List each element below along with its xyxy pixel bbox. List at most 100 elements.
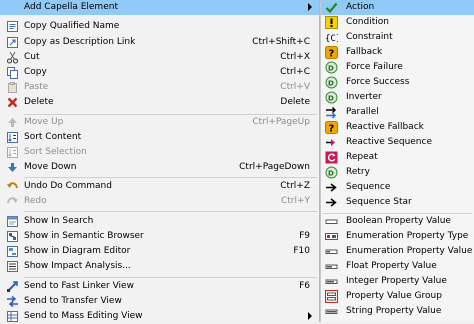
submenu-item-integer-property-value[interactable]: Integer Property Value (321, 274, 474, 289)
boolean-property-icon (325, 215, 338, 228)
menu-item-show-semantic-browser[interactable]: Show in Semantic Browser F9 (0, 229, 319, 244)
menu-item-show-diagram-editor[interactable]: Show in Diagram Editor F10 (0, 244, 319, 259)
submenu-item-sequence-star[interactable]: Sequence Star (321, 195, 474, 210)
menu-item-paste[interactable]: Paste Ctrl+V (0, 80, 319, 95)
menu-item-label: Cut (24, 52, 40, 62)
sequence-star-icon (325, 196, 338, 209)
menu-separator (24, 177, 317, 178)
submenu-item-retry[interactable]: D Retry (321, 165, 474, 180)
submenu-item-condition[interactable]: Condition (321, 15, 474, 30)
submenu-item-sequence[interactable]: Sequence (321, 180, 474, 195)
menu-item-label: Redo (24, 196, 47, 206)
menu-item-redo[interactable]: Redo Ctrl+Y (0, 194, 319, 209)
menu-item-sort-selection[interactable]: Sort Selection (0, 145, 319, 160)
submenu-item-label: String Property Value (346, 306, 442, 316)
shortcut-text: F9 (299, 231, 310, 241)
reactive-fallback-icon: ? (325, 121, 338, 134)
submenu-item-string-property-value[interactable]: String Property Value (321, 304, 474, 319)
menu-item-delete[interactable]: Delete Delete (0, 95, 319, 110)
fast-linker-icon (6, 280, 19, 293)
submenu-item-boolean-property-value[interactable]: Boolean Property Value (321, 214, 474, 229)
menu-item-send-transfer-view[interactable]: Send to Transfer View (0, 294, 319, 309)
submenu-item-action[interactable]: Action (321, 0, 474, 15)
menu-item-label: Copy as Description Link (24, 37, 136, 47)
action-check-icon (325, 1, 338, 14)
submenu-item-label: Force Success (346, 77, 410, 87)
submenu-item-force-success[interactable]: D Force Success (321, 75, 474, 90)
menu-separator (24, 277, 317, 278)
submenu-item-repeat[interactable]: Repeat (321, 150, 474, 165)
submenu-item-label: Condition (346, 17, 389, 27)
menu-item-label: Show Impact Analysis... (24, 261, 131, 271)
menu-item-add-capella-element[interactable]: Add Capella Element (0, 0, 319, 15)
parallel-arrows-icon (325, 106, 338, 119)
submenu-item-fallback[interactable]: ? Fallback (321, 45, 474, 60)
menu-item-sort-content[interactable]: Sort Content (0, 130, 319, 145)
shortcut-text: Ctrl+PageDown (239, 162, 310, 172)
submenu-item-float-property-value[interactable]: Float Property Value (321, 259, 474, 274)
submenu-item-inverter[interactable]: D Inverter (321, 90, 474, 105)
move-down-icon (6, 161, 19, 174)
menu-item-move-up[interactable]: Move Up Ctrl+PageUp (0, 115, 319, 130)
force-success-icon: D (325, 76, 338, 89)
menu-item-label: Show In Search (24, 216, 94, 226)
undo-icon (6, 180, 19, 193)
shortcut-text: F10 (293, 246, 310, 256)
shortcut-text: Ctrl+C (280, 67, 310, 77)
submenu-item-label: Float Property Value (346, 261, 437, 271)
menu-item-label: Delete (24, 97, 54, 107)
menu-item-label: Show in Diagram Editor (24, 246, 131, 256)
submenu-item-constraint[interactable]: {C} Constraint (321, 30, 474, 45)
string-property-icon (325, 305, 338, 318)
menu-item-cut[interactable]: Cut Ctrl+X (0, 50, 319, 65)
menu-item-label: Sort Content (24, 132, 82, 142)
submenu-item-label: Retry (346, 167, 370, 177)
reactive-sequence-icon (325, 136, 338, 149)
submenu-item-label: Sequence Star (346, 197, 412, 207)
retry-icon: D (325, 166, 338, 179)
submenu-item-label: Action (346, 2, 375, 12)
submenu-item-label: Reactive Sequence (346, 137, 432, 147)
menu-item-label: Add Capella Element (24, 2, 118, 12)
menu-item-label: Send to Transfer View (24, 296, 122, 306)
menu-item-label: Show in Semantic Browser (24, 231, 144, 241)
force-failure-icon: D (325, 61, 338, 74)
submenu-item-property-value-group[interactable]: Property Value Group (321, 289, 474, 304)
property-group-icon (325, 290, 338, 303)
fallback-question-icon: ? (325, 46, 338, 59)
sort-selection-icon (6, 146, 19, 159)
add-capella-element-submenu: Action Condition {C} Constraint ? Fallba… (320, 0, 474, 322)
menu-item-label: Copy Qualified Name (24, 21, 120, 31)
transfer-view-icon (6, 295, 19, 308)
menu-item-send-fast-linker[interactable]: Send to Fast Linker View F6 (0, 279, 319, 294)
menu-item-copy-qualified-name[interactable]: Copy Qualified Name (0, 19, 319, 34)
menu-item-copy[interactable]: Copy Ctrl+C (0, 65, 319, 80)
menu-item-copy-description-link[interactable]: Copy as Description Link Ctrl+Shift+C (0, 35, 319, 50)
search-view-icon (6, 215, 19, 228)
submenu-item-enumeration-property-type[interactable]: Enumeration Property Type (321, 229, 474, 244)
menu-item-show-impact-analysis[interactable]: Show Impact Analysis... (0, 259, 319, 274)
menu-item-move-down[interactable]: Move Down Ctrl+PageDown (0, 160, 319, 175)
svg-text:D: D (328, 80, 334, 88)
float-property-icon (325, 260, 338, 273)
submenu-item-parallel[interactable]: Parallel (321, 105, 474, 120)
svg-text:D: D (328, 65, 334, 73)
submenu-item-force-failure[interactable]: D Force Failure (321, 60, 474, 75)
menu-item-undo[interactable]: Undo Do Command Ctrl+Z (0, 179, 319, 194)
submenu-item-label: Constraint (346, 32, 393, 42)
svg-text:?: ? (329, 124, 335, 135)
submenu-arrow-icon (308, 3, 312, 11)
menu-item-label: Send to Mass Editing View (24, 311, 143, 321)
submenu-item-enumeration-property-value[interactable]: Enumeration Property Value (321, 244, 474, 259)
submenu-item-label: Integer Property Value (346, 276, 447, 286)
condition-exclamation-icon (325, 16, 338, 29)
shortcut-text: Ctrl+Z (280, 181, 310, 191)
menu-item-show-in-search[interactable]: Show In Search (0, 214, 319, 229)
submenu-arrow-icon (308, 312, 312, 320)
submenu-item-label: Sequence (346, 182, 391, 192)
submenu-item-label: Fallback (346, 47, 383, 57)
submenu-item-reactive-fallback[interactable]: ? Reactive Fallback (321, 120, 474, 135)
constraint-icon: {C} (325, 31, 338, 44)
submenu-item-reactive-sequence[interactable]: Reactive Sequence (321, 135, 474, 150)
copy-name-icon (6, 20, 19, 33)
